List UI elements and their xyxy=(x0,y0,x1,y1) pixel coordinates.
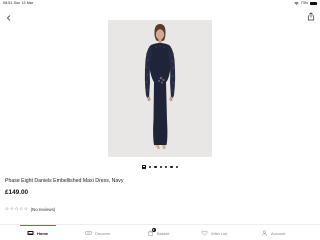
pager-dot[interactable] xyxy=(170,165,173,169)
tab-bar: Home Discover 0 Basket Wish List Account xyxy=(0,224,320,240)
wifi-icon xyxy=(294,1,299,5)
pager-dot[interactable] xyxy=(175,165,179,169)
chevron-left-icon[interactable] xyxy=(5,9,13,21)
tab-basket[interactable]: 0 Basket xyxy=(147,225,169,240)
pager-dot[interactable] xyxy=(148,165,152,169)
home-icon xyxy=(27,231,34,235)
status-date: Sun 13 Mar xyxy=(13,1,34,5)
pager-dot[interactable] xyxy=(159,165,162,169)
dress-model-illustration xyxy=(108,20,212,157)
pager-dot-active[interactable] xyxy=(141,165,146,169)
pager-dot[interactable] xyxy=(165,165,168,169)
tab-wishlist[interactable]: Wish List xyxy=(201,225,227,240)
status-time: 08:51 Sun 13 Mar xyxy=(3,1,33,5)
status-clock: 08:51 xyxy=(3,1,13,5)
product-title: Phase Eight Daniels Embellished Maxi Dre… xyxy=(5,178,124,184)
account-icon xyxy=(262,230,267,236)
status-right: 73% xyxy=(294,1,317,5)
reviews-label: (No reviews) xyxy=(30,207,56,212)
star-outline-icon: ☆ xyxy=(14,206,19,212)
tab-label: Home xyxy=(37,230,49,236)
image-pager[interactable] xyxy=(0,165,320,169)
tab-label: Wish List xyxy=(211,230,228,236)
tab-account[interactable]: Account xyxy=(261,225,285,240)
star-outline-icon: ☆ xyxy=(5,206,10,212)
basket-count-badge: 0 xyxy=(151,227,156,232)
rating-row[interactable]: ☆ ☆ ☆ ☆ ☆ (No reviews) xyxy=(5,207,55,212)
tab-label: Basket xyxy=(157,230,170,236)
star-outline-icon: ☆ xyxy=(19,206,24,212)
star-outline-icon: ☆ xyxy=(9,206,14,212)
tab-label: Account xyxy=(271,230,286,236)
status-bar: 08:51 Sun 13 Mar 73% xyxy=(0,0,320,7)
heart-icon xyxy=(201,230,208,236)
tab-home[interactable]: Home xyxy=(19,225,57,240)
star-outline-icon: ☆ xyxy=(23,206,28,212)
tab-discover[interactable]: Discover xyxy=(85,225,111,240)
product-image[interactable] xyxy=(108,20,212,157)
product-price: £149.00 xyxy=(5,189,29,196)
share-icon[interactable] xyxy=(307,8,315,21)
discover-icon xyxy=(85,231,92,235)
nav-bar xyxy=(0,8,320,21)
battery-percent: 73% xyxy=(300,1,308,5)
battery-icon xyxy=(310,1,317,5)
pager-dot[interactable] xyxy=(154,165,157,169)
tab-label: Discover xyxy=(95,230,111,236)
